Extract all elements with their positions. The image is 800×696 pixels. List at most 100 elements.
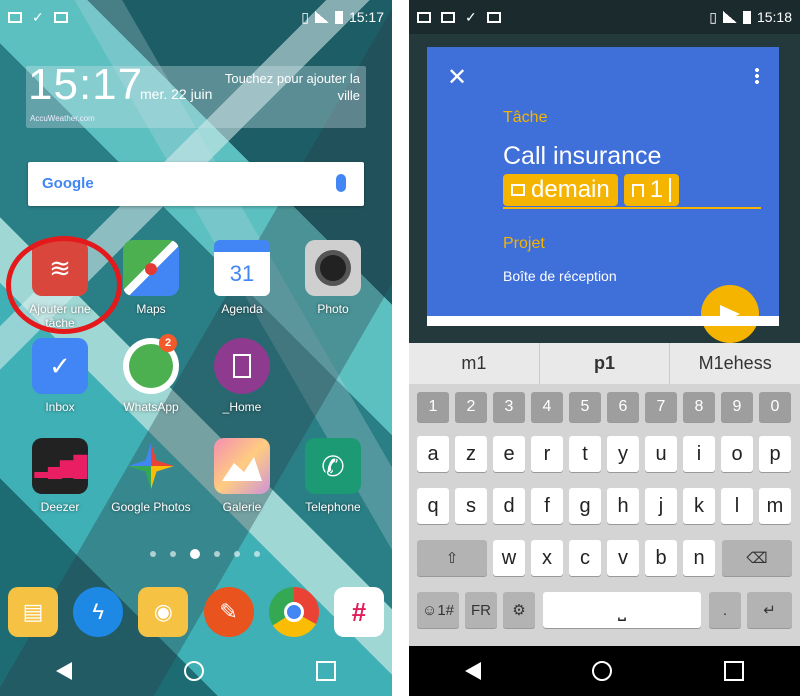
key-1[interactable]: 1: [417, 392, 449, 422]
back-icon[interactable]: [56, 662, 72, 680]
app-telephone[interactable]: ✆ Telephone: [293, 438, 373, 514]
app-maps[interactable]: ● Maps: [111, 240, 191, 316]
app-galerie[interactable]: Galerie: [202, 438, 282, 514]
home-icon[interactable]: [184, 661, 204, 681]
key-a[interactable]: a: [417, 436, 449, 472]
key-h[interactable]: h: [607, 488, 639, 524]
suggestion-item-primary[interactable]: p1: [538, 343, 671, 384]
signal-icon: [722, 11, 737, 23]
quick-add-task-card: ✕ Tâche Call insurance demain 1 Projet B…: [427, 47, 779, 343]
app-label: _Home: [222, 400, 262, 414]
battery-icon: [334, 10, 343, 24]
key-k[interactable]: k: [683, 488, 715, 524]
key-l[interactable]: l: [721, 488, 753, 524]
recents-icon[interactable]: [724, 661, 745, 681]
key-x[interactable]: x: [531, 540, 563, 576]
symbols-key[interactable]: ☺1#: [417, 592, 459, 628]
app-photo[interactable]: Photo: [293, 240, 373, 316]
key-2[interactable]: 2: [455, 392, 487, 422]
key-9[interactable]: 9: [721, 392, 753, 422]
enter-key[interactable]: ↵: [747, 592, 792, 628]
key-d[interactable]: d: [493, 488, 525, 524]
download-done-icon: ✓: [465, 8, 477, 25]
suggestion-item[interactable]: m1: [409, 353, 539, 374]
key-u[interactable]: u: [645, 436, 677, 472]
inbox-icon: ✓: [32, 338, 88, 394]
home-screen: ✓ ▯ 15:17 15:17 mer. 22 juin Touchez pou…: [0, 0, 392, 696]
weather-source: AccuWeather.com: [30, 114, 95, 123]
key-4[interactable]: 4: [531, 392, 563, 422]
key-f[interactable]: f: [531, 488, 563, 524]
home-icon[interactable]: [592, 661, 613, 681]
space-bar[interactable]: ⎵: [543, 592, 701, 628]
more-options-icon[interactable]: [755, 67, 759, 85]
shift-key[interactable]: ⇧: [417, 540, 487, 576]
period-key[interactable]: .: [709, 592, 741, 628]
key-q[interactable]: q: [417, 488, 449, 524]
notes-pen-icon[interactable]: ✎: [203, 587, 254, 637]
key-g[interactable]: g: [569, 488, 601, 524]
app-whatsapp[interactable]: 2 WhatsApp: [111, 334, 191, 414]
close-icon[interactable]: ✕: [447, 63, 467, 92]
app-inbox[interactable]: ✓ Inbox: [20, 338, 100, 414]
page-dot: [254, 551, 260, 557]
vibrate-icon: ▯: [301, 8, 309, 25]
send-button[interactable]: [701, 285, 759, 343]
key-n[interactable]: n: [683, 540, 715, 576]
messaging-icon[interactable]: ▤: [8, 587, 58, 637]
chrome-icon[interactable]: [268, 587, 319, 637]
task-input-chips[interactable]: demain 1: [503, 174, 761, 209]
key-m[interactable]: m: [759, 488, 791, 524]
priority-chip[interactable]: 1: [623, 174, 680, 206]
key-r[interactable]: r: [531, 436, 563, 472]
key-6[interactable]: 6: [607, 392, 639, 422]
key-7[interactable]: 7: [645, 392, 677, 422]
app-label: Google Photos: [111, 500, 191, 514]
camera-icon: [305, 240, 361, 296]
key-0[interactable]: 0: [759, 392, 791, 422]
back-icon[interactable]: [464, 662, 481, 680]
google-search-bar[interactable]: Google: [28, 162, 364, 206]
key-j[interactable]: j: [645, 488, 677, 524]
card-footer: [427, 316, 779, 326]
key-5[interactable]: 5: [569, 392, 601, 422]
app-deezer[interactable]: ▂▄▆█ Deezer: [20, 438, 100, 514]
key-w[interactable]: w: [493, 540, 525, 576]
microphone-icon[interactable]: [336, 174, 346, 192]
key-z[interactable]: z: [455, 436, 487, 472]
app-google-photos[interactable]: Google Photos: [111, 438, 191, 514]
key-v[interactable]: v: [607, 540, 639, 576]
gallery-icon: [214, 438, 270, 494]
key-y[interactable]: y: [607, 436, 639, 472]
language-key[interactable]: FR: [465, 592, 497, 628]
task-title[interactable]: Call insurance: [503, 142, 661, 171]
clock-widget[interactable]: 15:17 mer. 22 juin Touchez pour ajouter …: [26, 60, 366, 128]
keep-bulb-icon[interactable]: ◉: [138, 587, 189, 637]
key-3[interactable]: 3: [493, 392, 525, 422]
key-i[interactable]: i: [683, 436, 715, 472]
settings-gear-icon[interactable]: ⚙: [503, 592, 535, 628]
due-date-chip[interactable]: demain: [503, 174, 618, 206]
keyboard: 1234567890 azertyuiop qsdfghjklm ⇧ wxcvb…: [409, 384, 800, 646]
google-logo: Google: [42, 175, 94, 192]
key-t[interactable]: t: [569, 436, 601, 472]
key-b[interactable]: b: [645, 540, 677, 576]
app-agenda[interactable]: 31 Agenda: [202, 240, 282, 316]
key-s[interactable]: s: [455, 488, 487, 524]
suggestion-item[interactable]: M1ehess: [670, 353, 800, 374]
messenger-icon[interactable]: ϟ: [73, 587, 124, 637]
key-8[interactable]: 8: [683, 392, 715, 422]
calendar-icon: 31: [214, 240, 270, 296]
navigation-bar: [409, 646, 800, 696]
signal-icon: [314, 11, 329, 23]
app-home[interactable]: _Home: [202, 338, 282, 414]
slack-icon[interactable]: #: [333, 587, 384, 637]
recents-icon[interactable]: [316, 661, 336, 681]
backspace-key[interactable]: ⌫: [722, 540, 792, 576]
add-city-link[interactable]: Touchez pour ajouter la ville: [210, 70, 360, 104]
project-selector[interactable]: Boîte de réception: [503, 268, 617, 284]
key-c[interactable]: c: [569, 540, 601, 576]
key-o[interactable]: o: [721, 436, 753, 472]
key-e[interactable]: e: [493, 436, 525, 472]
key-p[interactable]: p: [759, 436, 791, 472]
